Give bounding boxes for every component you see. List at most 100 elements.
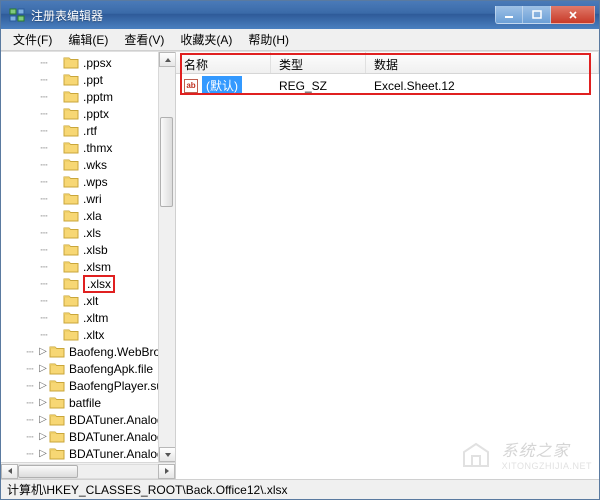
menu-help[interactable]: 帮助(H): [240, 28, 297, 51]
tree-item[interactable]: ┈.xltm: [1, 309, 175, 326]
column-name[interactable]: 名称: [176, 52, 271, 73]
tree-label: batfile: [69, 396, 101, 410]
list-row[interactable]: ab(默认)REG_SZExcel.Sheet.12: [176, 77, 599, 94]
tree-label: BDATuner.AnalogL: [69, 447, 170, 461]
tree-view[interactable]: ┈.ppsx┈.ppt┈.pptm┈.pptx┈.rtf┈.thmx┈.wks┈…: [1, 52, 175, 462]
tree-label: BDATuner.AnalogA: [69, 430, 172, 444]
folder-icon: [63, 311, 79, 324]
scroll-left-button[interactable]: [1, 464, 18, 479]
tree-label: .xlsx: [87, 277, 111, 291]
folder-icon: [49, 362, 65, 375]
folder-icon: [63, 141, 79, 154]
folder-icon: [49, 379, 65, 392]
tree-item[interactable]: ┈.xltx: [1, 326, 175, 343]
menu-file[interactable]: 文件(F): [5, 28, 60, 51]
scroll-thumb[interactable]: [18, 465, 78, 478]
scroll-right-button[interactable]: [158, 464, 175, 479]
folder-icon: [49, 413, 65, 426]
tree-item[interactable]: ┈.wri: [1, 190, 175, 207]
value-data: Excel.Sheet.12: [366, 79, 599, 93]
folder-icon: [49, 447, 65, 460]
expand-icon[interactable]: ▷: [37, 380, 49, 391]
value-name: (默认): [202, 76, 242, 95]
menu-view[interactable]: 查看(V): [116, 28, 172, 51]
statusbar: 计算机\HKEY_CLASSES_ROOT\Back.Office12\.xls…: [1, 479, 599, 499]
tree-item[interactable]: ┈.pptx: [1, 105, 175, 122]
scroll-track[interactable]: [159, 67, 175, 447]
tree-label: .xltm: [83, 311, 108, 325]
tree-vertical-scrollbar[interactable]: [158, 52, 175, 462]
tree-item[interactable]: ┈.thmx: [1, 139, 175, 156]
folder-icon: [63, 260, 79, 273]
tree-item[interactable]: ┈.xlt: [1, 292, 175, 309]
tree-item[interactable]: ┈.xlsb: [1, 241, 175, 258]
tree-item[interactable]: ┈.ppt: [1, 71, 175, 88]
tree-panel: ┈.ppsx┈.ppt┈.pptm┈.pptx┈.rtf┈.thmx┈.wks┈…: [1, 52, 176, 479]
minimize-button[interactable]: [495, 6, 523, 24]
expand-icon[interactable]: ▷: [37, 431, 49, 442]
maximize-button[interactable]: [523, 6, 551, 24]
expand-icon[interactable]: ▷: [37, 363, 49, 374]
titlebar[interactable]: 注册表编辑器: [1, 1, 599, 29]
menu-edit[interactable]: 编辑(E): [60, 28, 116, 51]
folder-icon: [63, 243, 79, 256]
expand-icon[interactable]: ▷: [37, 448, 49, 459]
tree-item[interactable]: ┈.xlsx: [1, 275, 175, 292]
tree-item[interactable]: ┈▷BDATuner.AnalogA: [1, 411, 175, 428]
tree-item[interactable]: ┈▷batfile: [1, 394, 175, 411]
close-button[interactable]: [551, 6, 595, 24]
tree-label: .ppt: [83, 73, 103, 87]
window-title: 注册表编辑器: [31, 7, 495, 24]
tree-item[interactable]: ┈▷BaofengApk.file: [1, 360, 175, 377]
scroll-thumb[interactable]: [160, 117, 173, 207]
tree-label: .xls: [83, 226, 101, 240]
scroll-up-button[interactable]: [159, 52, 176, 67]
tree-item[interactable]: ┈.pptm: [1, 88, 175, 105]
expand-icon[interactable]: ▷: [37, 414, 49, 425]
tree-label: .xltx: [83, 328, 104, 342]
scroll-track[interactable]: [18, 464, 158, 479]
body-area: ┈.ppsx┈.ppt┈.pptm┈.pptx┈.rtf┈.thmx┈.wks┈…: [1, 51, 599, 479]
menubar: 文件(F) 编辑(E) 查看(V) 收藏夹(A) 帮助(H): [1, 29, 599, 51]
folder-icon: [49, 430, 65, 443]
app-icon: [9, 7, 25, 23]
folder-icon: [49, 345, 65, 358]
folder-icon: [63, 328, 79, 341]
tree-label: .thmx: [83, 141, 112, 155]
tree-item[interactable]: ┈.ppsx: [1, 54, 175, 71]
menu-favorites[interactable]: 收藏夹(A): [172, 28, 240, 51]
folder-icon: [63, 192, 79, 205]
tree-label: BDATuner.AnalogA: [69, 413, 172, 427]
tree-item[interactable]: ┈.xlsm: [1, 258, 175, 275]
tree-horizontal-scrollbar[interactable]: [1, 462, 175, 479]
folder-icon: [63, 175, 79, 188]
tree-item[interactable]: ┈▷BDATuner.AnalogL: [1, 445, 175, 462]
column-data[interactable]: 数据: [366, 52, 599, 73]
folder-icon: [63, 90, 79, 103]
tree-item[interactable]: ┈.wps: [1, 173, 175, 190]
folder-icon: [63, 73, 79, 86]
tree-item[interactable]: ┈.xls: [1, 224, 175, 241]
expand-icon[interactable]: ▷: [37, 346, 49, 357]
tree-item[interactable]: ┈.xla: [1, 207, 175, 224]
tree-item[interactable]: ┈▷BDATuner.AnalogA: [1, 428, 175, 445]
tree-label: .pptm: [83, 90, 113, 104]
tree-label: .wps: [83, 175, 108, 189]
tree-item[interactable]: ┈.rtf: [1, 122, 175, 139]
list-panel: 名称 类型 数据 ab(默认)REG_SZExcel.Sheet.12: [176, 52, 599, 479]
tree-item[interactable]: ┈▷BaofengPlayer.sup: [1, 377, 175, 394]
scroll-down-button[interactable]: [159, 447, 176, 462]
tree-label: BaofengPlayer.sup: [69, 379, 170, 393]
folder-icon: [63, 107, 79, 120]
folder-icon: [63, 294, 79, 307]
folder-icon: [63, 158, 79, 171]
list-body[interactable]: ab(默认)REG_SZExcel.Sheet.12: [176, 74, 599, 479]
tree-item[interactable]: ┈.wks: [1, 156, 175, 173]
tree-item[interactable]: ┈▷Baofeng.WebBrow: [1, 343, 175, 360]
window-controls: [495, 6, 595, 24]
status-path: 计算机\HKEY_CLASSES_ROOT\Back.Office12\.xls…: [7, 481, 288, 498]
column-type[interactable]: 类型: [271, 52, 366, 73]
expand-icon[interactable]: ▷: [37, 397, 49, 408]
tree-label: .wks: [83, 158, 107, 172]
tree-label: BaofengApk.file: [69, 362, 153, 376]
